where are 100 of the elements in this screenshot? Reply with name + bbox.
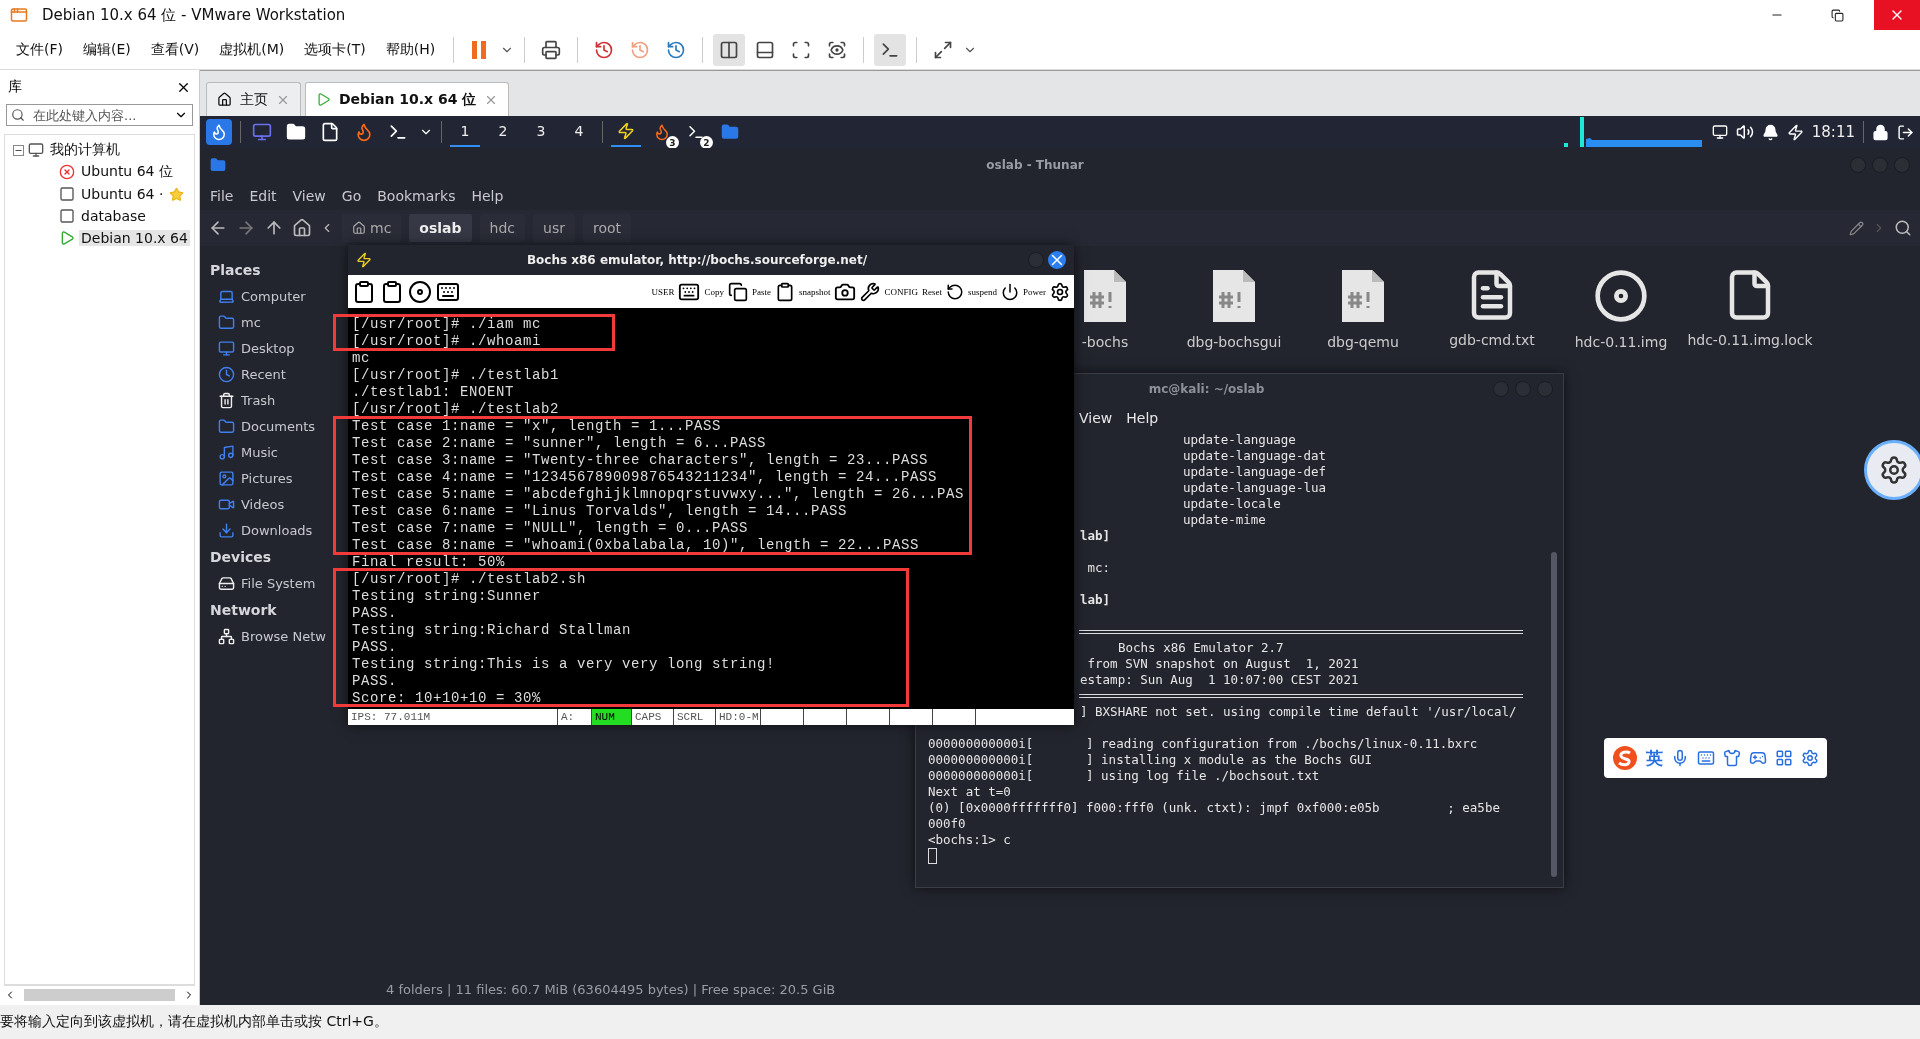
menu-item[interactable]: View: [286, 188, 332, 204]
menu-button[interactable]: [206, 119, 232, 145]
sidebar-item[interactable]: Pictures: [218, 465, 293, 491]
sidebar-item[interactable]: Trash: [218, 387, 276, 413]
path-button[interactable]: usr: [533, 214, 575, 242]
file-name[interactable]: dbg-qemu: [1327, 334, 1399, 350]
sidebar-item[interactable]: File System: [218, 570, 316, 596]
shirt-icon[interactable]: [1723, 749, 1741, 767]
console-line: [/usr/root]# ./testlab1: [352, 367, 560, 384]
menu-item[interactable]: Help: [1126, 410, 1159, 426]
menu-item[interactable]: Help: [465, 188, 510, 204]
running-vm-icon: [59, 230, 75, 246]
console-line: PASS.: [352, 639, 397, 656]
library-view-button[interactable]: [713, 33, 746, 66]
search-box[interactable]: 在此处键入内容...: [6, 104, 193, 126]
tree-item[interactable]: Debian 10.x 64: [79, 230, 190, 246]
vertical-scrollbar[interactable]: [1551, 552, 1557, 877]
menu-item[interactable]: Bookmarks: [371, 188, 462, 204]
file-name[interactable]: -bochs: [1081, 334, 1129, 350]
edit-icon[interactable]: [1849, 220, 1864, 236]
paste-icon[interactable]: [775, 281, 795, 302]
terminal-line: update-locale: [1183, 496, 1281, 512]
logout-icon[interactable]: [1897, 123, 1914, 141]
console-line: Test case 3:name = "Twenty-three characters", length = 23...PASS: [352, 452, 929, 469]
path-button[interactable]: hdc: [479, 214, 526, 242]
status-cell: A:: [558, 709, 592, 725]
path-button[interactable]: oslab: [409, 214, 472, 242]
gamepad-icon[interactable]: [1749, 749, 1767, 767]
settings-icon[interactable]: [1801, 749, 1819, 767]
grid-icon[interactable]: [1775, 749, 1793, 767]
sidebar-heading: Devices: [210, 547, 272, 567]
file-name[interactable]: dbg-bochsgui: [1186, 334, 1282, 350]
workspace-button[interactable]: 4: [564, 117, 594, 147]
menu-item[interactable]: 查看(V): [142, 36, 208, 63]
file-name[interactable]: gdb-cmd.txt: [1449, 332, 1535, 348]
clock: 18:11: [1811, 123, 1855, 141]
reset-icon[interactable]: [946, 282, 964, 301]
drive-icon: [218, 574, 235, 592]
microphone-icon[interactable]: [1671, 749, 1689, 767]
file-name[interactable]: hdc-0.11.img.lock: [1687, 332, 1813, 348]
file-name[interactable]: hdc-0.11.img: [1574, 334, 1668, 350]
console-line: Test case 1:name = "x", length = 1...PASS: [352, 418, 722, 435]
disc-icon[interactable]: [408, 279, 432, 304]
collapse-icon[interactable]: [13, 144, 24, 156]
path-button[interactable]: root: [582, 214, 632, 242]
menu-item[interactable]: View: [1079, 410, 1113, 426]
menu-item[interactable]: 编辑(E): [75, 36, 139, 63]
app-logo-icon: [10, 6, 28, 24]
copy-icon[interactable]: [728, 281, 748, 302]
sidebar-item[interactable]: Documents: [218, 413, 316, 439]
menu-item[interactable]: File: [204, 188, 240, 204]
tree-item[interactable]: Ubuntu 64 ·: [79, 186, 166, 202]
volume-icon[interactable]: [1735, 123, 1754, 141]
close-icon[interactable]: [1048, 251, 1066, 269]
clock-icon: [218, 365, 235, 383]
sidebar-item[interactable]: mc: [218, 309, 261, 335]
document-icon: [320, 122, 340, 142]
menu-item[interactable]: Edit: [243, 188, 283, 204]
vm-icon: [59, 208, 75, 224]
workspace-button[interactable]: 2: [488, 117, 518, 147]
search-icon[interactable]: [1894, 219, 1912, 237]
sidebar-item[interactable]: Downloads: [218, 517, 313, 543]
window-title: mc@kali: ~/oslab: [1147, 382, 1266, 396]
path-button[interactable]: mc: [342, 214, 402, 242]
horizontal-scrollbar[interactable]: [4, 985, 195, 1003]
toolbar-label: USER: [651, 286, 675, 297]
home-icon[interactable]: [292, 218, 312, 238]
status-text: 4 folders | 11 files: 60.7 MiB (63604495 bytes) | Free space: 20.5 GiB: [385, 982, 837, 999]
gear-icon[interactable]: [1050, 281, 1070, 302]
workspace-button[interactable]: 3: [526, 117, 556, 147]
clock-icon: [630, 39, 651, 60]
wrench-icon[interactable]: [860, 281, 881, 302]
lock-icon[interactable]: [1872, 123, 1889, 141]
tree-item[interactable]: Ubuntu 64 位: [79, 163, 175, 181]
sidebar-item[interactable]: Videos: [218, 491, 285, 517]
text-cursor: [928, 848, 937, 864]
download-icon: [218, 521, 235, 539]
tree-item[interactable]: database: [79, 208, 148, 224]
menu-item[interactable]: 帮助(H): [377, 36, 444, 63]
input-mode-label[interactable]: 英: [1646, 746, 1663, 770]
sidebar-item[interactable]: Desktop: [218, 335, 295, 361]
menu-item[interactable]: 虚拟机(M): [211, 36, 293, 63]
tab[interactable]: 主页: [206, 82, 301, 116]
sidebar-item[interactable]: Computer: [218, 283, 306, 309]
tab[interactable]: Debian 10.x 64 位: [305, 82, 510, 116]
flame-icon: [653, 123, 671, 141]
sidebar-item[interactable]: Recent: [218, 361, 286, 387]
search-field[interactable]: 在此处键入内容...: [31, 106, 168, 124]
menu-item[interactable]: 选项卡(T): [296, 36, 374, 63]
terminal-line: 000000000000i[ ] installing x module as the Bochs GUI: [928, 752, 1372, 768]
menu-item[interactable]: 文件(F): [8, 36, 71, 63]
console-button[interactable]: [874, 33, 907, 66]
notification-icon[interactable]: [1761, 123, 1779, 141]
menu-item[interactable]: Go: [335, 188, 368, 204]
folder-icon: [286, 122, 306, 142]
sidebar-item[interactable]: Music: [218, 439, 278, 465]
tree-item[interactable]: 我的计算机: [48, 141, 122, 159]
computer-icon: [28, 142, 44, 158]
sidebar-item[interactable]: Browse Netw: [218, 623, 326, 649]
status-cell: NUM: [592, 709, 632, 725]
